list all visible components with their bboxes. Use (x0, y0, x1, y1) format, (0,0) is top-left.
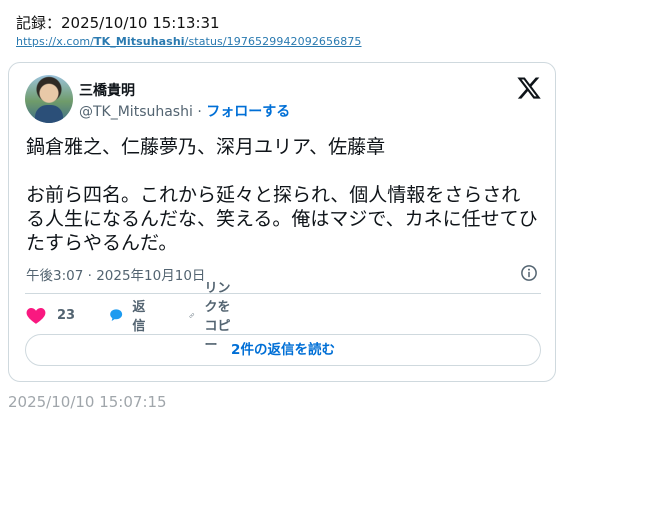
author-avatar[interactable] (25, 75, 73, 123)
x-logo-icon[interactable] (516, 75, 542, 101)
handle-separator: · (197, 104, 202, 120)
tweet-text-line1: 鍋倉雅之、仁藤夢乃、深月ユリア、佐藤章 (26, 136, 386, 158)
source-url-suffix: /status/1976529942092656875 (184, 35, 362, 48)
reply-button[interactable]: 返信 (109, 300, 151, 334)
like-button[interactable]: 23 (25, 303, 75, 327)
source-url-handle: TK_Mitsuhashi (94, 35, 185, 48)
read-replies-button[interactable]: 2件の返信を読む (25, 334, 541, 366)
embedded-tweet-card: 三橋貴明 @TK_Mitsuhashi · フォローする 鍋倉雅之、仁藤夢乃、深… (8, 62, 556, 382)
divider (25, 293, 541, 294)
follow-button[interactable]: フォローする (206, 104, 290, 120)
captured-timestamp: 2025/10/10 15:07:15 (8, 393, 167, 411)
author-name[interactable]: 三橋貴明 (79, 80, 135, 100)
heart-icon (26, 308, 46, 324)
tweet-text: 鍋倉雅之、仁藤夢乃、深月ユリア、佐藤章 お前ら四名。これから延々と探られ、個人情… (26, 135, 538, 255)
like-count: 23 (57, 307, 76, 323)
source-url-link[interactable]: https://x.com/TK_Mitsuhashi/status/19765… (16, 35, 362, 48)
author-handle[interactable]: @TK_Mitsuhashi (79, 104, 193, 120)
reply-bubble-icon (110, 309, 123, 321)
tweet-timestamp[interactable]: 午後3:07 · 2025年10月10日 (26, 264, 205, 284)
link-icon (189, 312, 195, 318)
info-icon[interactable] (520, 264, 538, 282)
tweet-text-line2: お前ら四名。これから延々と探られ、個人情報をさらされる人生になるんだな、笑える。… (26, 184, 538, 254)
author-handle-row: @TK_Mitsuhashi · フォローする (79, 101, 290, 121)
reply-label: 返信 (132, 300, 146, 334)
record-timestamp: 記録：2025/10/10 15:13:31 (16, 14, 220, 32)
source-url-prefix: https://x.com/ (16, 35, 95, 48)
copy-link-button[interactable]: リンクをコピー (189, 281, 231, 353)
